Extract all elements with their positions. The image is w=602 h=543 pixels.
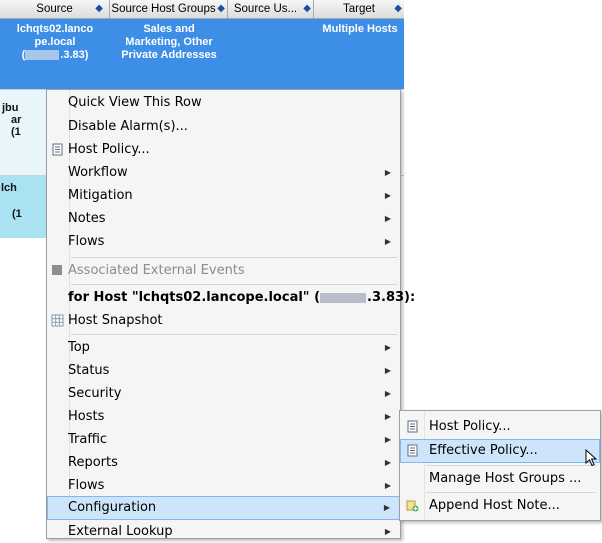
redacted-ip xyxy=(320,292,367,303)
menu-item-workflow[interactable]: Workflow ▶ xyxy=(47,161,400,184)
menu-item-traffic[interactable]: Traffic ▶ xyxy=(47,428,400,451)
menu-item-configuration[interactable]: Configuration ▶ xyxy=(47,496,400,520)
menu-item-mitigation[interactable]: Mitigation ▶ xyxy=(47,184,400,207)
menu-item-notes[interactable]: Notes ▶ xyxy=(47,207,400,230)
column-header-source[interactable]: Source ◆ xyxy=(0,0,110,18)
host-groups-cell: Sales and Marketing, Other Private Addre… xyxy=(121,23,217,61)
menu-item-top[interactable]: Top ▶ xyxy=(47,336,400,359)
submenu-arrow-icon: ▶ xyxy=(384,527,391,536)
sort-icon[interactable]: ◆ xyxy=(303,0,311,18)
column-header-source-user[interactable]: Source Us... ◆ xyxy=(228,0,314,18)
menu-item-status[interactable]: Status ▶ xyxy=(47,359,400,382)
submenu-arrow-icon: ▶ xyxy=(384,389,391,398)
submenu-item-host-policy[interactable]: Host Policy... xyxy=(400,415,600,438)
submenu-arrow-icon: ▶ xyxy=(384,412,391,421)
note-add-icon xyxy=(406,500,419,512)
sort-icon[interactable]: ◆ xyxy=(394,0,402,18)
target-cell: Multiple Hosts xyxy=(322,23,398,35)
submenu-item-manage-host-groups[interactable]: Manage Host Groups ... xyxy=(400,467,600,490)
source-cell: lchqts02.lanco pe.local (.3.83) xyxy=(16,23,94,61)
document-icon xyxy=(407,420,418,433)
table-row-selected[interactable]: lchqts02.lanco pe.local (.3.83) Sales an… xyxy=(0,19,404,89)
menu-separator xyxy=(71,334,397,335)
submenu-arrow-icon: ▶ xyxy=(384,435,391,444)
menu-item-security[interactable]: Security ▶ xyxy=(47,382,400,405)
events-icon xyxy=(52,265,62,275)
column-header-target[interactable]: Target ◆ xyxy=(314,0,404,18)
submenu-arrow-icon: ▶ xyxy=(384,214,391,223)
document-icon xyxy=(52,143,63,156)
submenu-arrow-icon: ▶ xyxy=(384,481,391,490)
menu-item-hosts[interactable]: Hosts ▶ xyxy=(47,405,400,428)
menu-item-host-snapshot[interactable]: Host Snapshot xyxy=(47,309,400,332)
menu-item-quick-view[interactable]: Quick View This Row xyxy=(47,91,400,114)
configuration-submenu: Host Policy... Effective Policy... Manag… xyxy=(399,410,601,521)
grid-icon xyxy=(51,314,64,327)
submenu-arrow-icon: ▶ xyxy=(384,458,391,467)
menu-item-associated-external-events: Associated External Events xyxy=(47,259,400,282)
sort-icon[interactable]: ◆ xyxy=(217,0,225,18)
submenu-item-append-host-note[interactable]: Append Host Note... xyxy=(400,494,600,517)
host-section-header: for Host "lchqts02.lancope.local" (.3.83… xyxy=(68,290,416,305)
menu-item-reports[interactable]: Reports ▶ xyxy=(47,451,400,474)
menu-separator xyxy=(71,284,397,285)
menu-item-host-policy[interactable]: Host Policy... xyxy=(47,138,400,161)
submenu-item-effective-policy[interactable]: Effective Policy... xyxy=(400,439,600,463)
redacted-ip xyxy=(25,50,60,61)
mouse-pointer-icon xyxy=(585,449,598,467)
sort-icon[interactable]: ◆ xyxy=(95,0,103,18)
document-icon xyxy=(407,444,418,457)
row-context-menu: Quick View This Row Disable Alarm(s)... … xyxy=(46,89,416,539)
submenu-arrow-icon: ▶ xyxy=(384,237,391,246)
submenu-arrow-icon: ▶ xyxy=(384,343,391,352)
menu-item-flows[interactable]: Flows ▶ xyxy=(47,230,400,253)
menu-separator xyxy=(426,492,596,493)
submenu-arrow-icon: ▶ xyxy=(384,168,391,177)
menu-item-disable-alarms[interactable]: Disable Alarm(s)... xyxy=(47,115,400,138)
column-header-source-host-groups[interactable]: Source Host Groups ◆ xyxy=(110,0,228,18)
submenu-arrow-icon: ▶ xyxy=(384,366,391,375)
submenu-arrow-icon: ▶ xyxy=(384,191,391,200)
menu-separator xyxy=(426,465,596,466)
menu-separator xyxy=(71,257,397,258)
table-header: Source ◆ Source Host Groups ◆ Source Us.… xyxy=(0,0,404,19)
submenu-arrow-icon: ▶ xyxy=(383,503,390,512)
menu-item-host-flows[interactable]: Flows ▶ xyxy=(47,474,400,497)
menu-item-external-lookup[interactable]: External Lookup ▶ xyxy=(47,520,400,543)
